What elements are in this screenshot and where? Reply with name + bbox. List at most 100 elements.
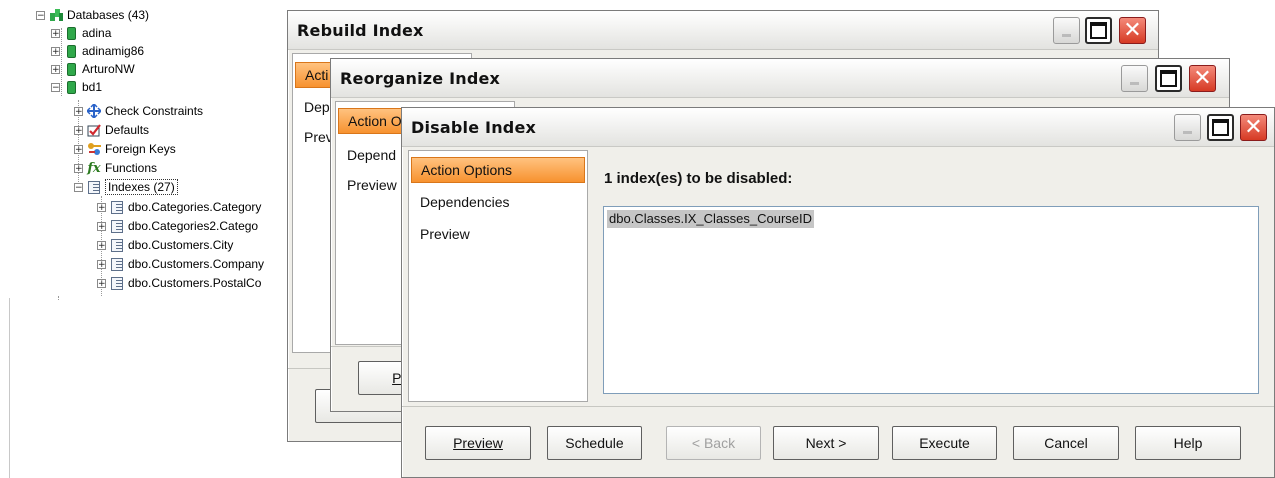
foreign-keys-icon <box>87 142 101 156</box>
nav-dependencies[interactable]: Dependencies <box>411 189 585 215</box>
tree-node-index[interactable]: + dbo.Categories2.Catego <box>97 217 258 235</box>
window-title: Reorganize Index <box>340 69 501 88</box>
panel-divider <box>9 298 10 478</box>
tree-node-indexes[interactable]: − Indexes (27) <box>74 178 178 196</box>
next-button[interactable]: Next > <box>773 426 879 460</box>
tree-node-functions[interactable]: + fx Functions <box>74 159 157 177</box>
tree-node-database[interactable]: − bd1 <box>51 78 102 96</box>
tree-node-database[interactable]: + adina <box>51 24 111 42</box>
expand-icon[interactable]: + <box>51 28 60 38</box>
tree-node-label: Defaults <box>105 123 150 137</box>
disable-nav-panel: Action Options Dependencies Preview <box>408 150 588 402</box>
list-item[interactable]: dbo.Classes.IX_Classes_CourseID <box>607 210 815 228</box>
index-icon <box>110 200 124 214</box>
database-icon <box>64 62 78 76</box>
window-titlebar[interactable]: Disable Index ✕ <box>402 108 1274 147</box>
databases-folder-icon <box>49 8 63 22</box>
maximize-button[interactable] <box>1207 114 1234 141</box>
expand-icon[interactable]: + <box>97 259 106 269</box>
minimize-button[interactable] <box>1174 114 1201 141</box>
expand-icon[interactable]: + <box>51 46 60 56</box>
back-button[interactable]: < Back <box>666 426 761 460</box>
index-icon <box>110 257 124 271</box>
disable-index-window: Disable Index ✕ Action Options Dependenc… <box>401 107 1275 478</box>
tree-node-label: Functions <box>105 161 158 175</box>
check-constraints-icon <box>87 104 101 118</box>
tree-node-label: bd1 <box>82 80 103 94</box>
window-titlebar[interactable]: Reorganize Index ✕ <box>331 59 1229 98</box>
expand-icon[interactable]: + <box>97 221 106 231</box>
tree-node-databases[interactable]: − Databases (43) <box>36 6 149 24</box>
minimize-button[interactable] <box>1053 17 1080 44</box>
close-button[interactable]: ✕ <box>1189 65 1216 92</box>
collapse-icon[interactable]: − <box>36 10 45 20</box>
preview-button[interactable]: Preview <box>425 426 531 460</box>
database-tree: − Databases (43) + adina + adinamig86 + … <box>0 0 300 300</box>
tree-node-label: Databases (43) <box>67 8 150 22</box>
cancel-button[interactable]: Cancel <box>1013 426 1119 460</box>
tree-node-label: Check Constraints <box>105 104 204 118</box>
window-titlebar[interactable]: Rebuild Index ✕ <box>288 11 1158 50</box>
tree-node-label: Foreign Keys <box>105 142 176 156</box>
help-button[interactable]: Help <box>1135 426 1241 460</box>
tree-node-check-constraints[interactable]: + Check Constraints <box>74 102 203 120</box>
expand-icon[interactable]: + <box>97 202 106 212</box>
tree-node-label: adina <box>82 26 112 40</box>
execute-button-label: Execute <box>919 435 970 451</box>
expand-icon[interactable]: + <box>74 144 83 154</box>
execute-button[interactable]: Execute <box>892 426 997 460</box>
tree-node-database[interactable]: + ArturoNW <box>51 60 135 78</box>
tree-node-defaults[interactable]: + Defaults <box>74 121 149 139</box>
disable-button-bar: Preview Schedule < Back Next > Execute C… <box>402 406 1274 477</box>
expand-icon[interactable]: + <box>74 163 83 173</box>
tree-node-label: dbo.Customers.Company <box>128 257 265 271</box>
tree-node-database[interactable]: + adinamig86 <box>51 42 144 60</box>
indexes-count-heading: 1 index(es) to be disabled: <box>604 170 793 187</box>
index-icon <box>110 238 124 252</box>
nav-preview[interactable]: Preview <box>411 221 585 247</box>
tree-node-label: dbo.Customers.City <box>128 238 234 252</box>
tree-node-label: dbo.Categories.Category <box>128 200 262 214</box>
schedule-button-label: Schedule <box>565 435 624 451</box>
expand-icon[interactable]: + <box>74 106 83 116</box>
tree-node-index[interactable]: + dbo.Customers.Company <box>97 255 264 273</box>
back-button-label: < Back <box>691 435 736 451</box>
database-icon <box>64 44 78 58</box>
collapse-icon[interactable]: − <box>51 82 60 92</box>
window-title: Rebuild Index <box>297 21 424 40</box>
database-icon <box>64 80 78 94</box>
maximize-button[interactable] <box>1155 65 1182 92</box>
indexes-listbox[interactable]: dbo.Classes.IX_Classes_CourseID <box>603 206 1259 394</box>
tree-node-label: adinamig86 <box>82 44 145 58</box>
next-button-label: Next > <box>805 435 847 451</box>
indexes-icon <box>87 180 101 194</box>
preview-button-label: Preview <box>453 435 503 451</box>
expand-icon[interactable]: + <box>74 125 83 135</box>
nav-action-options[interactable]: Action Options <box>411 157 585 183</box>
close-button[interactable]: ✕ <box>1119 17 1146 44</box>
tree-node-index[interactable]: + dbo.Categories.Category <box>97 198 261 216</box>
tree-node-label: dbo.Categories2.Catego <box>128 219 259 233</box>
tree-node-index[interactable]: + dbo.Customers.PostalCo <box>97 274 261 292</box>
cancel-button-label: Cancel <box>1044 435 1088 451</box>
tree-node-label: dbo.Customers.PostalCo <box>128 276 262 290</box>
expand-icon[interactable]: + <box>51 64 60 74</box>
defaults-icon <box>87 123 101 137</box>
tree-node-foreign-keys[interactable]: + Foreign Keys <box>74 140 176 158</box>
database-icon <box>64 26 78 40</box>
window-title: Disable Index <box>411 118 537 137</box>
expand-icon[interactable]: + <box>97 240 106 250</box>
collapse-icon[interactable]: − <box>74 182 83 192</box>
tree-node-index[interactable]: + dbo.Customers.City <box>97 236 233 254</box>
maximize-button[interactable] <box>1085 17 1112 44</box>
functions-icon: fx <box>87 160 101 176</box>
index-icon <box>110 219 124 233</box>
expand-icon[interactable]: + <box>97 278 106 288</box>
tree-node-label: Indexes (27) <box>105 179 178 195</box>
tree-node-label: ArturoNW <box>82 62 135 76</box>
close-button[interactable]: ✕ <box>1240 114 1267 141</box>
index-icon <box>110 276 124 290</box>
schedule-button[interactable]: Schedule <box>547 426 642 460</box>
minimize-button[interactable] <box>1121 65 1148 92</box>
help-button-label: Help <box>1173 435 1203 451</box>
